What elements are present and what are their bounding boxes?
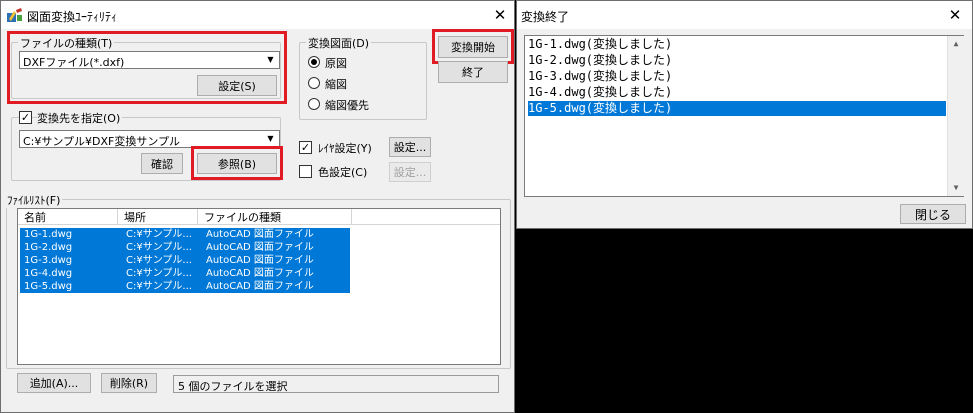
table-row[interactable]: 1G-5.dwg C:¥サンプル... AutoCAD 図面ファイル	[20, 280, 350, 293]
destination-path-value: C:¥サンプル¥DXF変換サンプル	[23, 135, 181, 148]
color-setting-checkbox[interactable]	[299, 165, 312, 178]
radio-reduced-label: 縮図	[325, 78, 347, 91]
file-list-group-label: ﾌｧｲﾙﾘｽﾄ(F)	[5, 192, 63, 208]
row-type: AutoCAD 図面ファイル	[206, 242, 314, 253]
table-row[interactable]: 1G-1.dwg C:¥サンプル... AutoCAD 図面ファイル	[20, 228, 350, 241]
row-location: C:¥サンプル...	[126, 281, 192, 292]
row-location: C:¥サンプル...	[126, 268, 192, 279]
chevron-down-icon[interactable]: ▼	[263, 132, 278, 146]
remove-file-button[interactable]: 削除(R)	[101, 373, 157, 393]
close-icon[interactable]: ✕	[488, 4, 512, 26]
row-type: AutoCAD 図面ファイル	[206, 268, 314, 279]
list-item[interactable]: 1G-1.dwg(変換しました)	[528, 37, 672, 52]
color-setting-label: 色設定(C)	[318, 166, 368, 179]
destination-checkbox-label: 変換先を指定(O)	[37, 110, 123, 126]
radio-reduced-priority[interactable]	[308, 98, 320, 110]
radio-reduced-priority-label: 縮図優先	[325, 99, 369, 112]
list-item[interactable]: 1G-3.dwg(変換しました)	[528, 69, 672, 84]
list-item[interactable]: 1G-2.dwg(変換しました)	[528, 53, 672, 68]
row-name: 1G-4.dwg	[24, 268, 73, 279]
result-window: 変換終了 ✕ 1G-1.dwg(変換しました) 1G-2.dwg(変換しました)…	[516, 0, 973, 229]
highlight-start-button	[432, 29, 514, 64]
row-type: AutoCAD 図面ファイル	[206, 229, 314, 240]
row-name: 1G-3.dwg	[24, 255, 73, 266]
row-name: 1G-2.dwg	[24, 242, 73, 253]
row-type: AutoCAD 図面ファイル	[206, 281, 314, 292]
highlight-browse-button	[191, 146, 283, 180]
file-list-view[interactable]: 名前 場所 ファイルの種類 1G-1.dwg C:¥サンプル... AutoCA…	[17, 208, 501, 365]
result-window-title: 変換終了	[521, 10, 570, 24]
layer-setting-button[interactable]: 設定...	[389, 137, 431, 157]
list-item[interactable]: 1G-4.dwg(変換しました)	[528, 85, 672, 100]
radio-original-label: 原図	[325, 57, 347, 70]
list-item-selected[interactable]: 1G-5.dwg(変換しました)	[528, 101, 946, 116]
result-list[interactable]: 1G-1.dwg(変換しました) 1G-2.dwg(変換しました) 1G-3.d…	[524, 35, 964, 197]
conversion-drawing-group-label: 変換図面(D)	[306, 35, 372, 51]
layer-setting-checkbox[interactable]: ✓	[299, 141, 312, 154]
table-row[interactable]: 1G-3.dwg C:¥サンプル... AutoCAD 図面ファイル	[20, 254, 350, 267]
row-type: AutoCAD 図面ファイル	[206, 255, 314, 266]
result-list-scrollbar[interactable]: ▲ ▼	[947, 36, 964, 196]
scroll-down-arrow-icon[interactable]: ▼	[948, 180, 964, 196]
main-window: 図面変換ﾕｰﾃｨﾘﾃｨ ✕ ファイルの種類(T) DXFファイル(*.dxf) …	[0, 0, 515, 413]
color-setting-button: 設定...	[389, 162, 431, 182]
scroll-up-arrow-icon[interactable]: ▲	[948, 36, 964, 52]
table-row[interactable]: 1G-2.dwg C:¥サンプル... AutoCAD 図面ファイル	[20, 241, 350, 254]
highlight-file-type	[7, 31, 287, 104]
close-result-button[interactable]: 閉じる	[900, 204, 966, 224]
result-title-bar[interactable]: 変換終了 ✕	[517, 1, 972, 29]
close-icon[interactable]: ✕	[943, 4, 967, 26]
status-text: 5 個のファイルを選択	[178, 380, 288, 393]
radio-reduced[interactable]	[308, 77, 320, 89]
column-header-filler	[352, 209, 500, 225]
add-file-button[interactable]: 追加(A)...	[17, 373, 91, 393]
row-name: 1G-1.dwg	[24, 229, 73, 240]
column-header-name[interactable]: 名前	[18, 209, 118, 225]
radio-original[interactable]	[308, 56, 320, 68]
layer-setting-label: ﾚｲﾔ設定(Y)	[318, 142, 372, 155]
destination-checkbox[interactable]: ✓	[19, 111, 32, 124]
main-title-bar[interactable]: 図面変換ﾕｰﾃｨﾘﾃｨ ✕	[1, 1, 514, 29]
table-row[interactable]: 1G-4.dwg C:¥サンプル... AutoCAD 図面ファイル	[20, 267, 350, 280]
row-location: C:¥サンプル...	[126, 242, 192, 253]
column-header-file-type[interactable]: ファイルの種類	[198, 209, 352, 225]
status-bar: 5 個のファイルを選択	[173, 375, 499, 393]
cad-app-icon	[6, 7, 24, 23]
column-header-location[interactable]: 場所	[118, 209, 198, 225]
main-window-title: 図面変換ﾕｰﾃｨﾘﾃｨ	[27, 10, 118, 24]
exit-button[interactable]: 終了	[438, 61, 508, 83]
confirm-button[interactable]: 確認	[141, 153, 183, 174]
row-name: 1G-5.dwg	[24, 281, 73, 292]
row-location: C:¥サンプル...	[126, 229, 192, 240]
row-location: C:¥サンプル...	[126, 255, 192, 266]
